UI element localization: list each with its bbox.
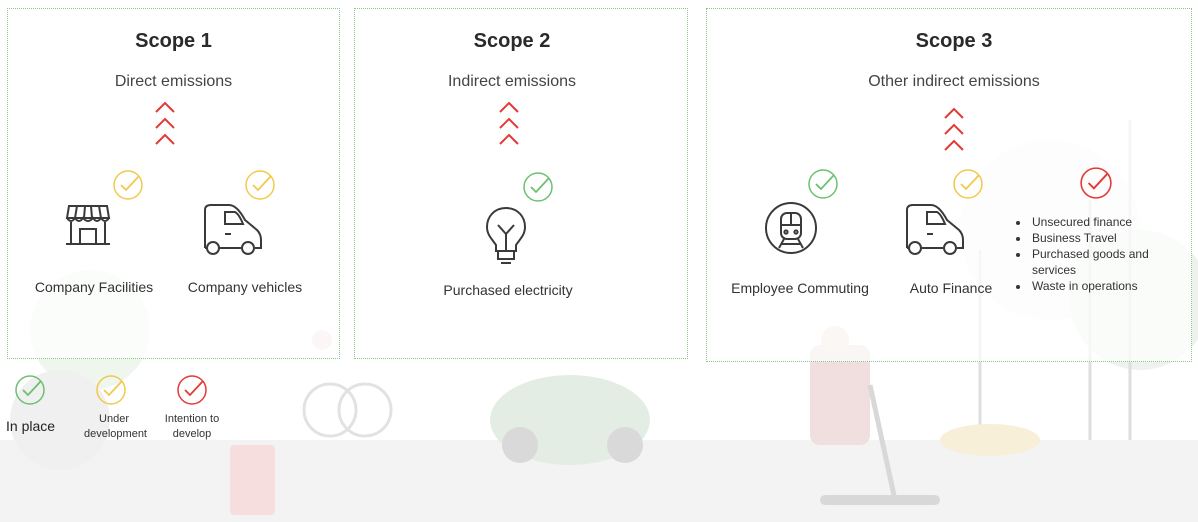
storefront-icon <box>65 205 111 245</box>
item-label: Auto Finance <box>909 280 993 296</box>
red-chevrons-up-icon <box>499 101 519 145</box>
red-chevrons-up-icon <box>944 107 964 151</box>
list-item: Purchased goods and services <box>1030 246 1180 278</box>
legend-intention-label: Intention to develop <box>164 413 220 440</box>
scope-3-subtitle: Other indirect emissions <box>868 73 1040 90</box>
lightbulb-icon <box>485 206 527 264</box>
scope-2-subtitle: Indirect emissions <box>447 73 577 90</box>
train-icon <box>765 202 817 254</box>
scope-2-title: Scope 2 <box>473 30 551 52</box>
item-label: Company vehicles <box>187 279 303 295</box>
check-intention-icon <box>1080 167 1112 199</box>
check-under-development-icon <box>953 169 983 199</box>
scope-3-title: Scope 3 <box>915 30 993 52</box>
scope-1-panel <box>7 8 340 359</box>
scope-1-subtitle: Direct emissions <box>114 73 233 90</box>
legend-in-place-icon <box>15 375 45 405</box>
legend-in-place-label: In place <box>6 418 56 434</box>
list-item: Unsecured finance <box>1030 214 1180 230</box>
legend-under-development-label: Under development <box>84 413 147 440</box>
list-item: Waste in operations <box>1030 278 1180 294</box>
car-icon <box>204 204 262 255</box>
legend-intention-icon <box>177 375 207 405</box>
legend-under-development-icon <box>96 375 126 405</box>
item-label: Purchased electricity <box>443 282 573 298</box>
item-label: Employee Commuting <box>731 280 869 296</box>
check-under-development-icon <box>113 170 143 200</box>
scope-2-panel <box>354 8 688 359</box>
scope-1-title: Scope 1 <box>135 30 212 52</box>
intention-list: Unsecured finance Business Travel Purcha… <box>1014 214 1180 294</box>
car-icon <box>906 204 964 255</box>
check-in-place-icon <box>808 169 838 199</box>
scope-3-panel <box>706 8 1192 362</box>
item-label: Company Facilities <box>34 279 154 295</box>
check-under-development-icon <box>245 170 275 200</box>
list-item: Business Travel <box>1030 230 1180 246</box>
red-chevrons-up-icon <box>155 101 175 145</box>
check-in-place-icon <box>523 172 553 202</box>
